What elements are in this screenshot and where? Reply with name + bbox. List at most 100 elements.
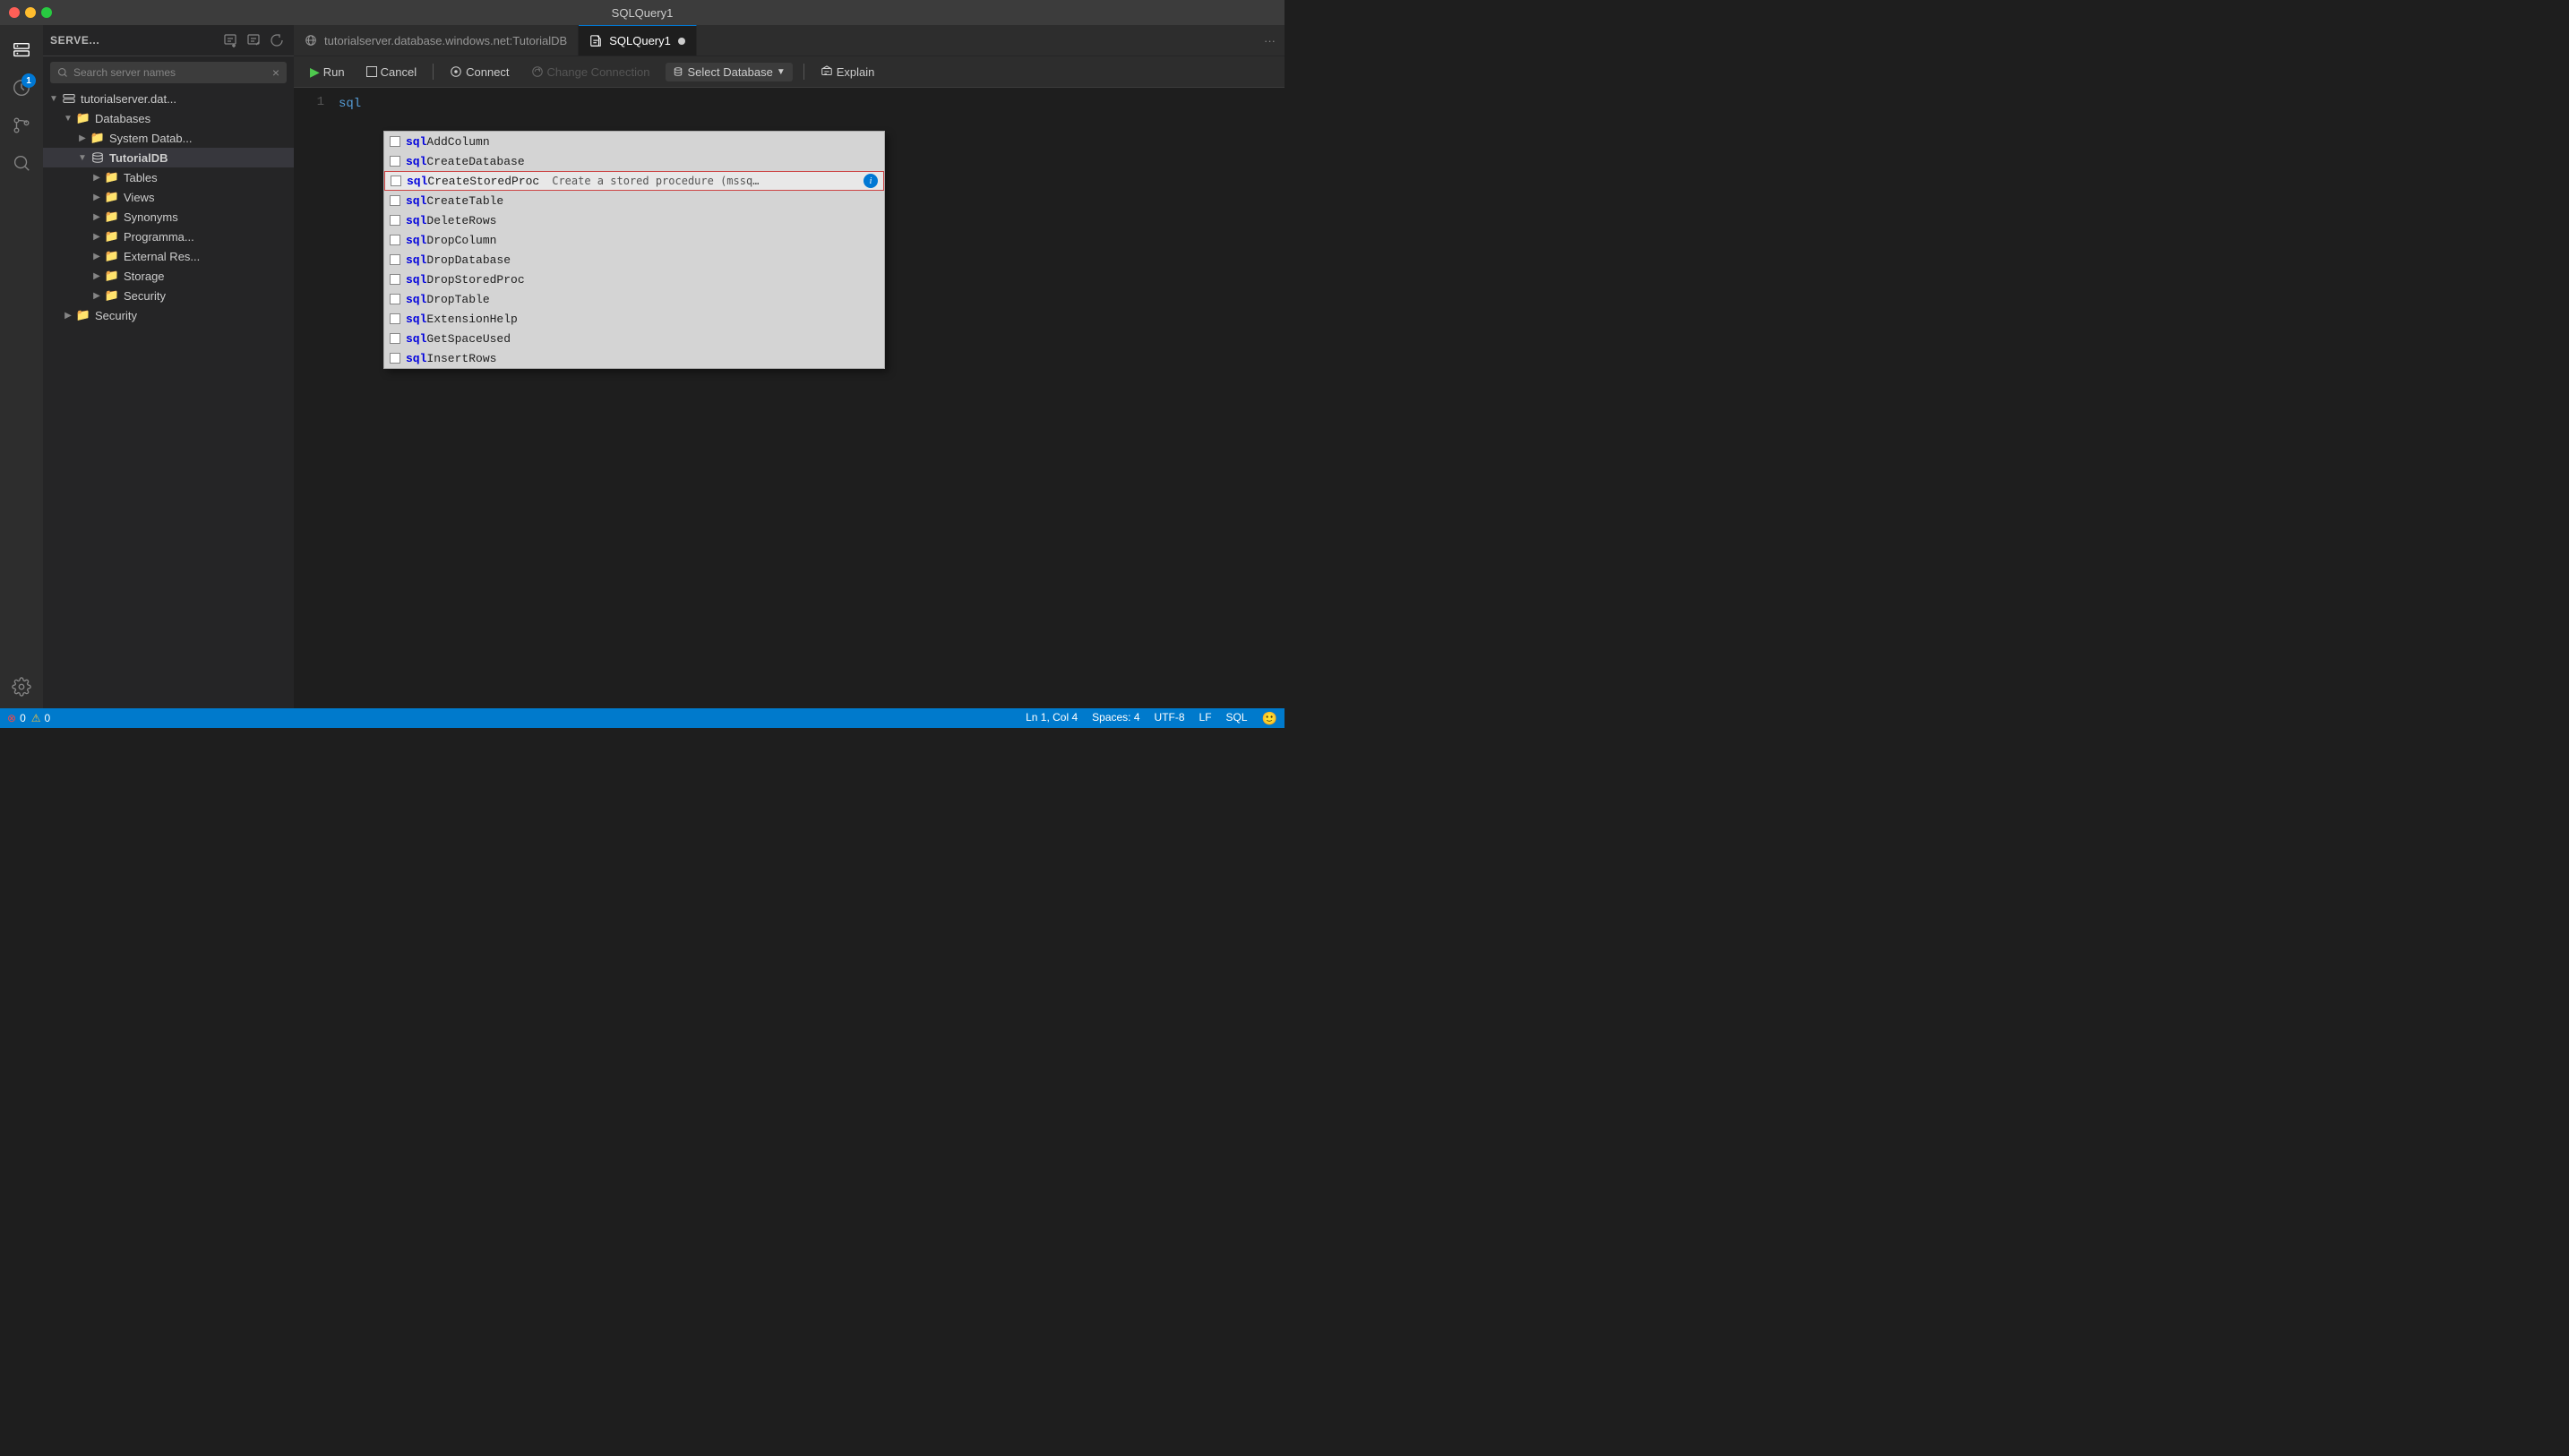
tree-item-systemdb[interactable]: ▶ 📁 System Datab... xyxy=(43,128,294,148)
chevron-icon: ▶ xyxy=(90,210,104,224)
autocomplete-checkbox xyxy=(390,353,400,364)
change-connection-button[interactable]: Change Connection xyxy=(526,64,656,81)
sidebar-item-settings[interactable] xyxy=(4,672,39,708)
connect-button[interactable]: Connect xyxy=(444,64,514,81)
autocomplete-item-dropcolumn[interactable]: sqlDropColumn xyxy=(384,230,884,250)
toolbar-separator-2 xyxy=(803,64,804,80)
explain-label: Explain xyxy=(837,65,875,79)
autocomplete-item-dropdatabase[interactable]: sqlDropDatabase xyxy=(384,250,884,270)
autocomplete-item-createstoredproc[interactable]: sqlCreateStoredProc Create a stored proc… xyxy=(384,171,884,191)
error-count[interactable]: ⊗ 0 xyxy=(7,712,26,724)
autocomplete-dropdown[interactable]: sqlAddColumn sqlCreateDatabase sqlCreate… xyxy=(383,131,885,369)
spaces[interactable]: Spaces: 4 xyxy=(1092,711,1139,726)
line-col[interactable]: Ln 1, Col 4 xyxy=(1026,711,1078,726)
plain-part: DropColumn xyxy=(426,234,496,247)
activity-bar: 1 xyxy=(0,25,43,708)
search-close-icon[interactable]: × xyxy=(272,65,279,80)
maximize-button[interactable] xyxy=(41,7,52,18)
warning-count-value: 0 xyxy=(45,712,51,724)
tab-query[interactable]: SQLQuery1 xyxy=(579,25,697,56)
sidebar-item-history[interactable]: 1 xyxy=(4,70,39,106)
run-button[interactable]: ▶ Run xyxy=(305,63,350,81)
sidebar-header: SERVE... xyxy=(43,25,294,56)
autocomplete-item-addcolumn[interactable]: sqlAddColumn xyxy=(384,132,884,151)
server-icon xyxy=(61,90,77,107)
status-left: ⊗ 0 ⚠ 0 xyxy=(7,712,50,724)
chevron-icon: ▶ xyxy=(90,249,104,263)
error-icon: ⊗ xyxy=(7,712,16,724)
cancel-button[interactable]: Cancel xyxy=(361,64,422,81)
chevron-icon: ▼ xyxy=(61,111,75,125)
search-box[interactable]: × xyxy=(50,62,287,83)
tree-item-server[interactable]: ▼ tutorialserver.dat... xyxy=(43,89,294,108)
new-query-button[interactable] xyxy=(220,30,240,50)
toolbar: ▶ Run Cancel Connect xyxy=(294,56,1284,88)
more-tabs-button[interactable]: ··· xyxy=(1255,25,1284,56)
autocomplete-item-insertrows[interactable]: sqlInsertRows xyxy=(384,348,884,368)
close-button[interactable] xyxy=(9,7,20,18)
explain-button[interactable]: Explain xyxy=(815,64,881,81)
query-file-icon xyxy=(589,35,602,47)
autocomplete-item-droptable[interactable]: sqlDropTable xyxy=(384,289,884,309)
folder-icon: 📁 xyxy=(104,189,120,205)
tree-item-label: Databases xyxy=(95,112,150,125)
autocomplete-item-createdatabase[interactable]: sqlCreateDatabase xyxy=(384,151,884,171)
autocomplete-description: Create a stored procedure (mssq… xyxy=(552,175,858,187)
tree-item-databases[interactable]: ▼ 📁 Databases xyxy=(43,108,294,128)
info-icon[interactable]: i xyxy=(863,174,878,188)
plain-part: GetSpaceUsed xyxy=(426,332,511,346)
title-bar: SQLQuery1 xyxy=(0,0,1284,25)
autocomplete-item-extensionhelp[interactable]: sqlExtensionHelp xyxy=(384,309,884,329)
keyword-part: sql xyxy=(406,352,426,365)
sidebar-item-git[interactable] xyxy=(4,107,39,143)
autocomplete-checkbox xyxy=(390,156,400,167)
change-connection-icon xyxy=(531,65,544,78)
encoding[interactable]: UTF-8 xyxy=(1155,711,1185,726)
tab-bar: tutorialserver.database.windows.net:Tuto… xyxy=(294,25,1284,56)
search-input[interactable] xyxy=(73,66,267,79)
tree-item-label: Tables xyxy=(124,171,158,184)
autocomplete-checkbox xyxy=(390,294,400,304)
sidebar-item-server-explorer[interactable] xyxy=(4,32,39,68)
database-selector-label: Select Database xyxy=(687,65,772,79)
line-ending[interactable]: LF xyxy=(1199,711,1212,726)
connect-label: Connect xyxy=(466,65,509,79)
folder-icon: 📁 xyxy=(104,228,120,244)
tree-item-synonyms[interactable]: ▶ 📁 Synonyms xyxy=(43,207,294,227)
keyword-part: sql xyxy=(406,293,426,306)
minimize-button[interactable] xyxy=(25,7,36,18)
autocomplete-item-getspaceused[interactable]: sqlGetSpaceUsed xyxy=(384,329,884,348)
tree-item-views[interactable]: ▶ 📁 Views xyxy=(43,187,294,207)
tree-item-tables[interactable]: ▶ 📁 Tables xyxy=(43,167,294,187)
tree-item-security-server[interactable]: ▶ 📁 Security xyxy=(43,305,294,325)
sidebar-title: SERVE... xyxy=(50,34,217,47)
tree-item-storage[interactable]: ▶ 📁 Storage xyxy=(43,266,294,286)
keyword-part: sql xyxy=(406,253,426,267)
refresh-button[interactable] xyxy=(267,30,287,50)
tab-label: tutorialserver.database.windows.net:Tuto… xyxy=(324,34,567,47)
connect-icon xyxy=(450,65,462,78)
autocomplete-item-createtable[interactable]: sqlCreateTable xyxy=(384,191,884,210)
disconnect-button[interactable] xyxy=(244,30,263,50)
chevron-icon: ▶ xyxy=(90,170,104,184)
database-selector[interactable]: Select Database ▼ xyxy=(666,63,792,81)
sidebar-item-search[interactable] xyxy=(4,145,39,181)
code-editor[interactable]: 1 sql sqlAddColumn sqlCreateDataba xyxy=(294,88,1284,708)
chevron-icon: ▶ xyxy=(90,269,104,283)
tree-item-externalres[interactable]: ▶ 📁 External Res... xyxy=(43,246,294,266)
autocomplete-item-dropstoredproc[interactable]: sqlDropStoredProc xyxy=(384,270,884,289)
warning-count[interactable]: ⚠ 0 xyxy=(31,712,50,724)
plain-part: CreateTable xyxy=(426,194,503,208)
tree-item-label: External Res... xyxy=(124,250,200,263)
code-content[interactable]: sql sqlAddColumn sqlCreateDatabase xyxy=(339,95,1284,701)
tab-connection[interactable]: tutorialserver.database.windows.net:Tuto… xyxy=(294,25,579,56)
tree-item-programmability[interactable]: ▶ 📁 Programma... xyxy=(43,227,294,246)
tree-item-security-db[interactable]: ▶ 📁 Security xyxy=(43,286,294,305)
connection-icon xyxy=(305,34,317,47)
chevron-icon: ▶ xyxy=(61,308,75,322)
smiley-icon[interactable]: 🙂 xyxy=(1262,711,1277,726)
keyword-part: sql xyxy=(406,273,426,287)
tree-item-tutorialdb[interactable]: ▼ TutorialDB xyxy=(43,148,294,167)
autocomplete-item-deleterows[interactable]: sqlDeleteRows xyxy=(384,210,884,230)
language[interactable]: SQL xyxy=(1226,711,1248,726)
